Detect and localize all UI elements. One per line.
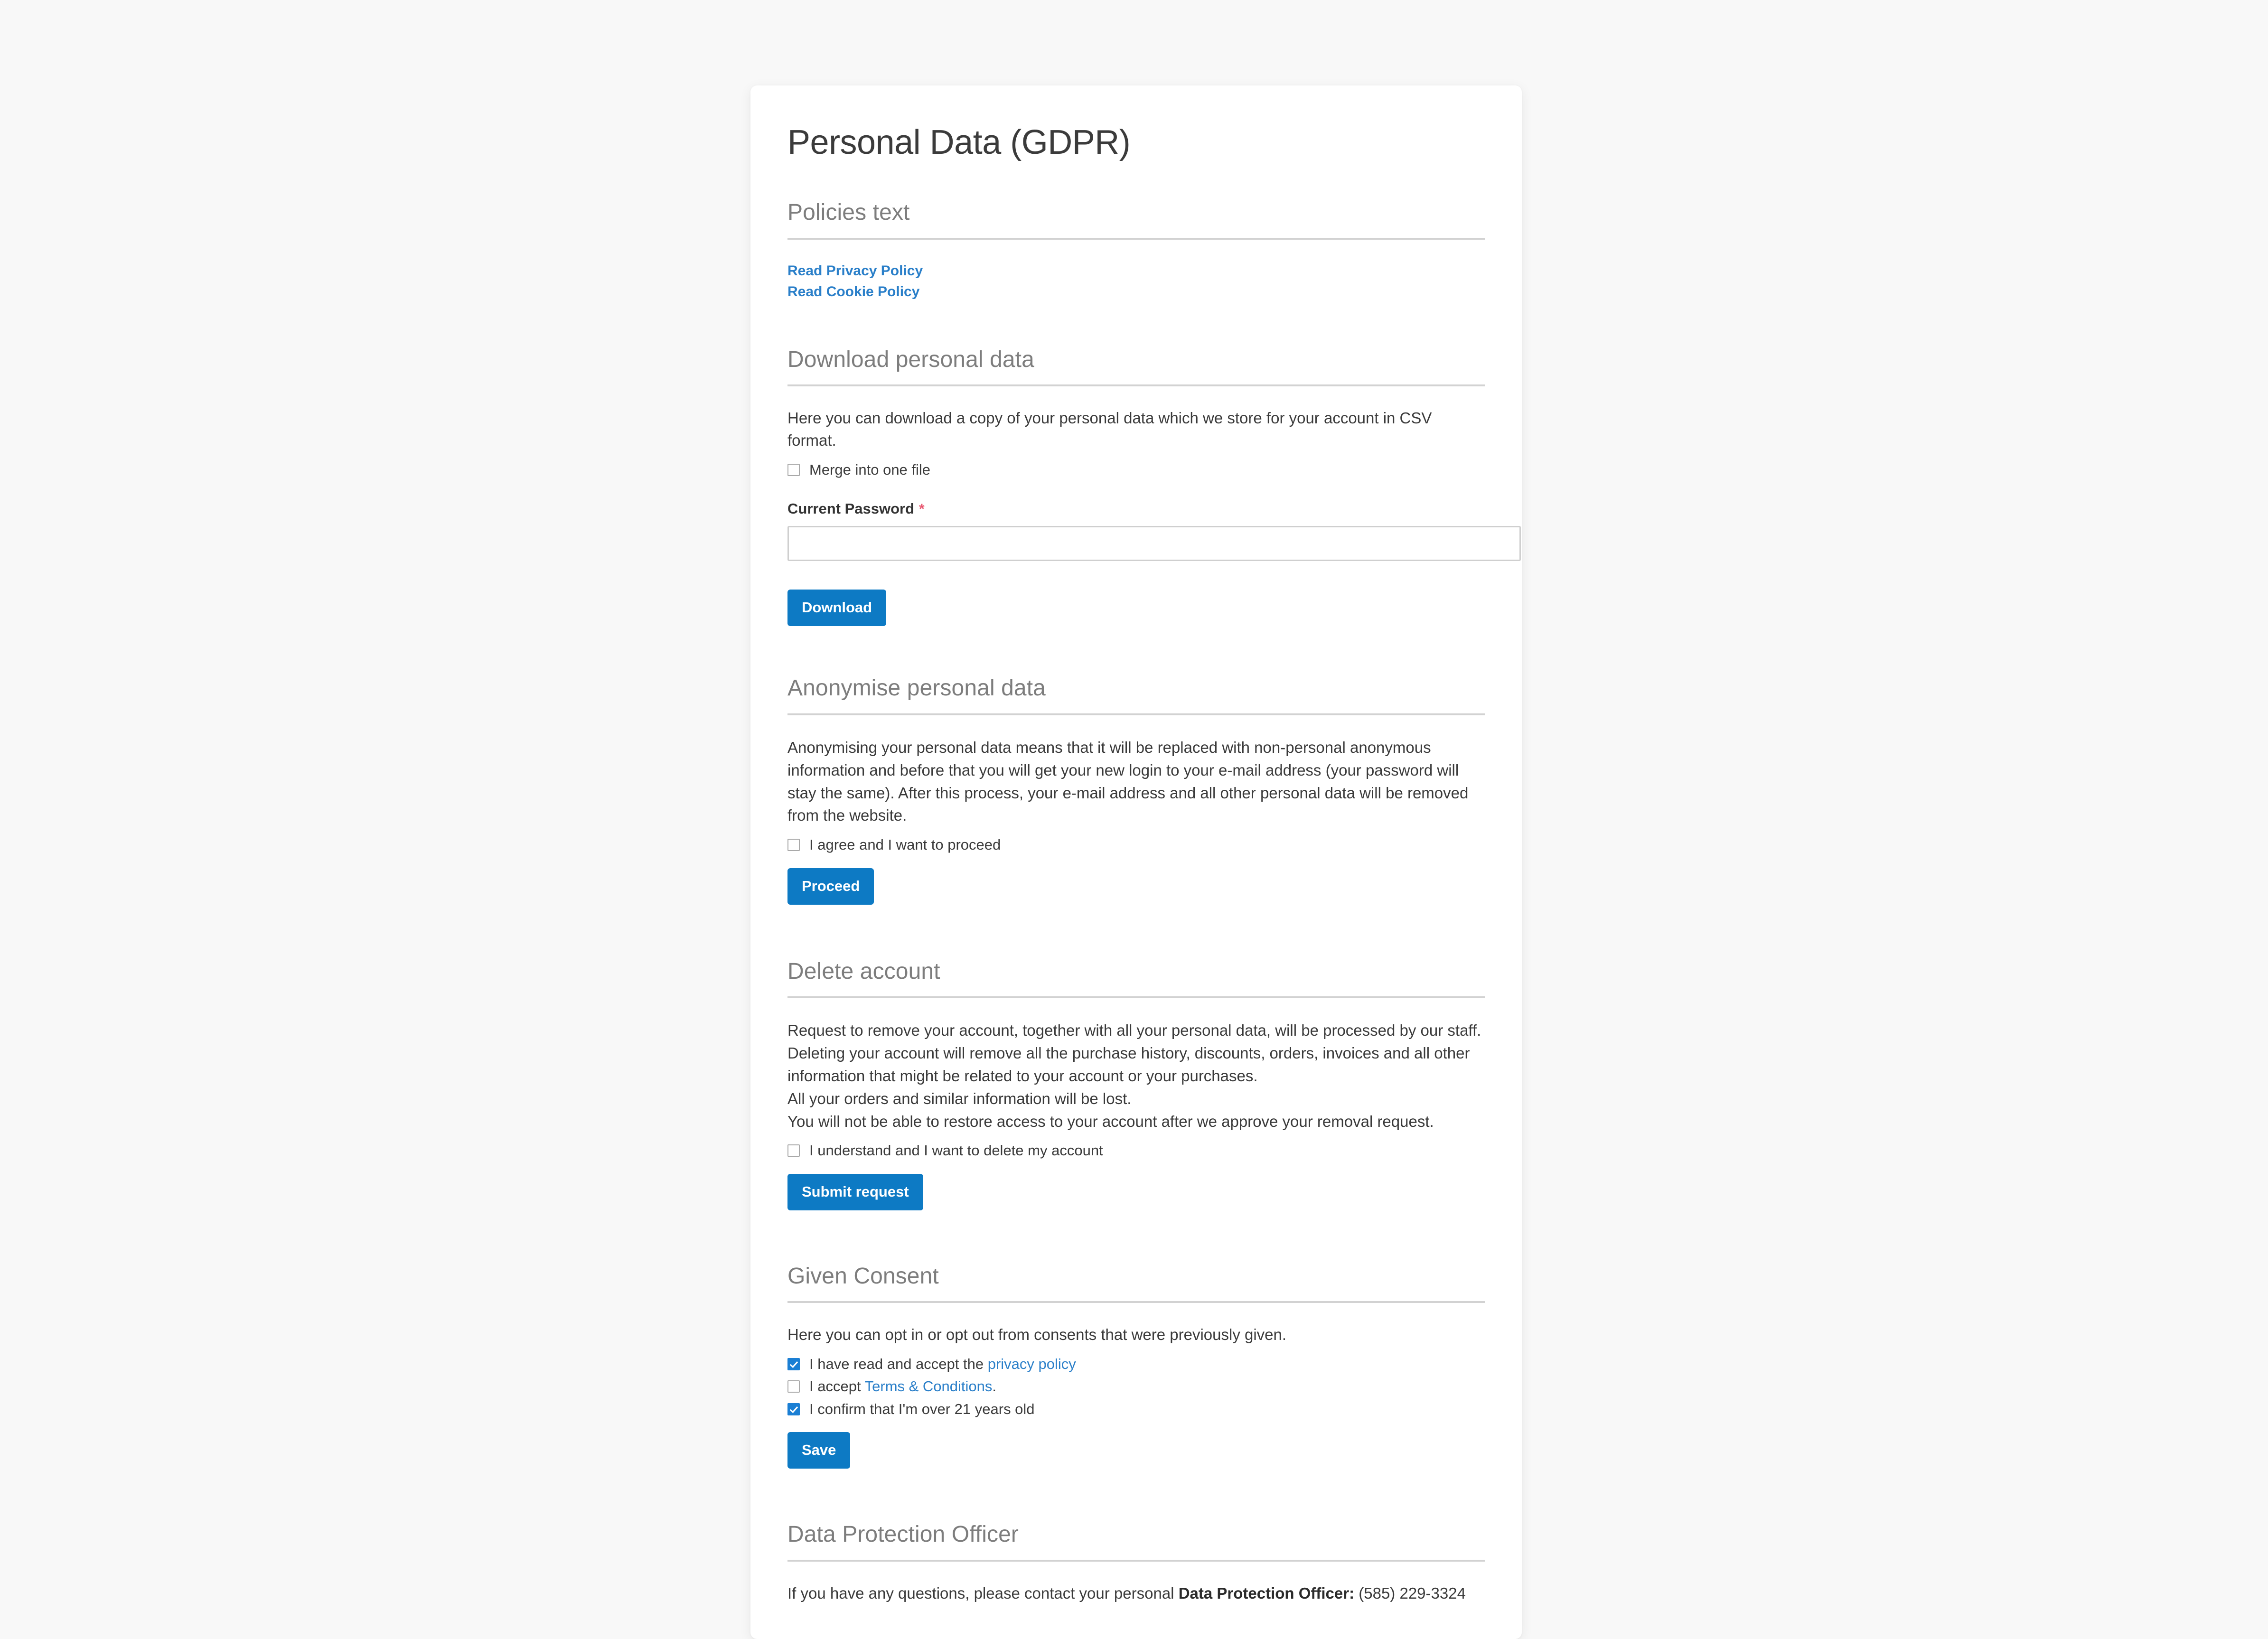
page-root: Personal Data (GDPR) Policies text Read …	[0, 0, 2268, 1639]
anonymise-agree-checkbox[interactable]	[787, 839, 800, 852]
current-password-label-text: Current Password	[787, 500, 915, 517]
policy-links-list: Read Privacy Policy Read Cookie Policy	[787, 261, 1485, 302]
link-read-privacy-policy[interactable]: Read Privacy Policy	[787, 261, 1485, 281]
consent-age-confirmation-checkbox[interactable]	[787, 1403, 800, 1415]
consent-text-before: I have read and accept the	[809, 1356, 988, 1373]
required-asterisk: *	[919, 501, 925, 517]
consent-age-confirmation-label: I confirm that I'm over 21 years old	[809, 1400, 1035, 1417]
delete-body: Request to remove your account, together…	[787, 998, 1485, 1210]
consent-row-age-confirmation[interactable]: I confirm that I'm over 21 years old	[787, 1400, 1485, 1419]
submit-request-button[interactable]: Submit request	[787, 1173, 923, 1210]
delete-understand-row[interactable]: I understand and I want to delete my acc…	[787, 1141, 1485, 1160]
merge-into-one-file-row[interactable]: Merge into one file	[787, 460, 1485, 479]
section-heading-dpo: Data Protection Officer	[787, 1522, 1019, 1547]
dpo-phone: (585) 229-3324	[1354, 1584, 1466, 1602]
merge-into-one-file-label: Merge into one file	[809, 461, 931, 478]
section-download-personal-data: Download personal data Here you can down…	[787, 346, 1521, 627]
dpo-label: Data Protection Officer:	[1178, 1584, 1355, 1602]
anonymise-agree-row[interactable]: I agree and I want to proceed	[787, 835, 1485, 854]
link-privacy-policy[interactable]: privacy policy	[988, 1356, 1076, 1372]
anonymise-body: Anonymising your personal data means tha…	[787, 715, 1485, 905]
consent-privacy-policy-checkbox[interactable]	[787, 1358, 800, 1371]
merge-into-one-file-checkbox[interactable]	[787, 464, 800, 477]
section-heading-anonymise: Anonymise personal data	[787, 675, 1046, 701]
delete-understand-label: I understand and I want to delete my acc…	[809, 1142, 1103, 1159]
dpo-contact-text: If you have any questions, please contac…	[787, 1583, 1485, 1605]
section-heading-consent: Given Consent	[787, 1263, 939, 1289]
gdpr-card: Personal Data (GDPR) Policies text Read …	[750, 85, 1522, 1639]
section-heading-policies: Policies text	[787, 199, 910, 225]
current-password-input[interactable]	[787, 526, 1521, 562]
delete-paragraph: You will not be able to restore access t…	[787, 1112, 1434, 1130]
consent-body: Here you can opt in or opt out from cons…	[787, 1303, 1485, 1469]
consent-privacy-policy-label: I have read and accept the privacy polic…	[809, 1355, 1076, 1374]
delete-understand-checkbox[interactable]	[787, 1144, 800, 1157]
current-password-label: Current Password *	[787, 500, 1485, 517]
dpo-body: If you have any questions, please contac…	[787, 1562, 1485, 1605]
section-given-consent: Given Consent Here you can opt in or opt…	[787, 1263, 1485, 1469]
policies-body: Read Privacy Policy Read Cookie Policy	[787, 240, 1485, 302]
consent-terms-conditions-checkbox[interactable]	[787, 1380, 800, 1393]
download-button[interactable]: Download	[787, 590, 887, 627]
download-description: Here you can download a copy of your per…	[787, 409, 1432, 450]
anonymise-agree-label: I agree and I want to proceed	[809, 836, 1001, 853]
section-anonymise-personal-data: Anonymise personal data Anonymising your…	[787, 674, 1485, 905]
proceed-button[interactable]: Proceed	[787, 868, 874, 905]
delete-paragraph: Deleting your account will remove all th…	[787, 1044, 1470, 1085]
consent-row-terms-conditions[interactable]: I accept Terms & Conditions.	[787, 1377, 1485, 1396]
consent-text-before: I accept	[809, 1378, 865, 1395]
section-delete-account: Delete account Request to remove your ac…	[787, 958, 1485, 1210]
link-read-cookie-policy[interactable]: Read Cookie Policy	[787, 281, 1485, 302]
link-terms-conditions[interactable]: Terms & Conditions	[865, 1378, 993, 1395]
section-policies-text: Policies text Read Privacy Policy Read C…	[787, 199, 1485, 302]
section-data-protection-officer: Data Protection Officer If you have any …	[787, 1521, 1485, 1604]
download-body: Here you can download a copy of your per…	[787, 386, 1521, 627]
dpo-text-before: If you have any questions, please contac…	[787, 1584, 1179, 1602]
delete-paragraph: All your orders and similar information …	[787, 1089, 1132, 1107]
consent-row-privacy-policy[interactable]: I have read and accept the privacy polic…	[787, 1355, 1485, 1374]
consent-terms-conditions-label: I accept Terms & Conditions.	[809, 1377, 996, 1396]
page-title: Personal Data (GDPR)	[787, 123, 1131, 161]
section-heading-download: Download personal data	[787, 347, 1034, 372]
delete-paragraph: Request to remove your account, together…	[787, 1021, 1481, 1040]
save-button[interactable]: Save	[787, 1432, 851, 1469]
anonymise-description: Anonymising your personal data means tha…	[787, 738, 1469, 824]
consent-text-after: .	[992, 1378, 997, 1395]
consent-description: Here you can opt in or opt out from cons…	[787, 1326, 1287, 1344]
section-heading-delete: Delete account	[787, 958, 940, 984]
